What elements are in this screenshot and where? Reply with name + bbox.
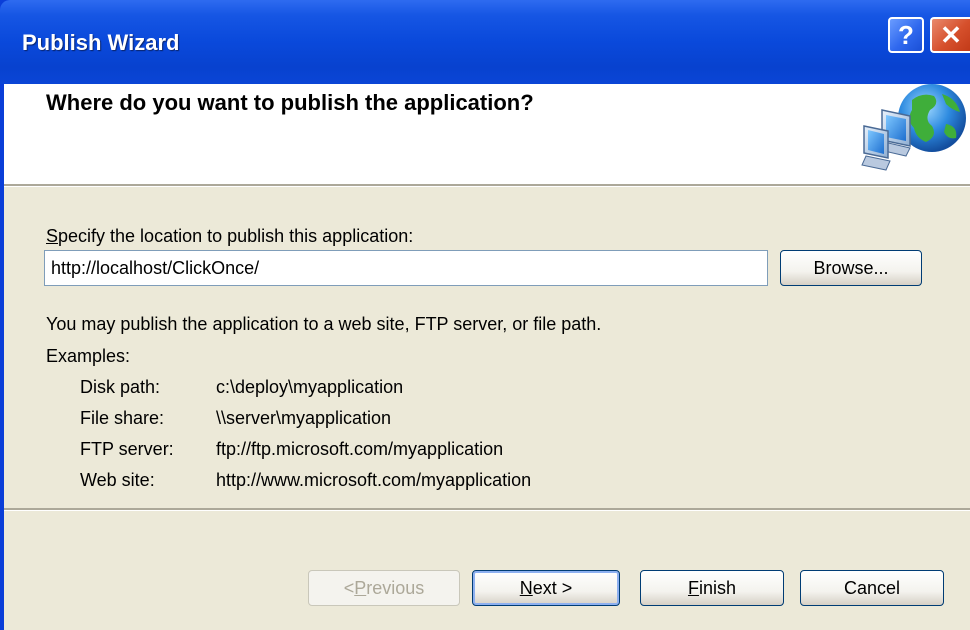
- browse-button-label: Browse...: [813, 257, 889, 278]
- example-value: http://www.microsoft.com/myapplication: [216, 470, 532, 490]
- close-button[interactable]: ✕: [930, 17, 970, 53]
- example-value: \\server\myapplication: [216, 408, 392, 428]
- publish-wizard-window: Publish Wizard ? ✕ Where do you want to …: [0, 0, 970, 630]
- example-value: ftp://ftp.microsoft.com/myapplication: [216, 439, 504, 459]
- footer-divider: [4, 508, 970, 511]
- location-label-text: pecify the location to publish this appl…: [58, 226, 414, 246]
- window-title: Publish Wizard: [22, 30, 180, 55]
- previous-button-accesskey: P: [354, 577, 367, 598]
- next-button-label: ext >: [532, 577, 573, 598]
- example-kind: Web site:: [80, 470, 155, 490]
- location-input[interactable]: [44, 250, 768, 286]
- cancel-button-label: Cancel: [843, 577, 901, 598]
- example-value: c:\deploy\myapplication: [216, 377, 404, 397]
- location-label-accesskey: S: [46, 226, 59, 246]
- next-button[interactable]: Next >: [472, 570, 620, 606]
- network-globe-icon: [861, 84, 966, 171]
- close-icon: ✕: [940, 20, 962, 50]
- finish-button-label: inish: [698, 577, 737, 598]
- page-heading: Where do you want to publish the applica…: [46, 90, 534, 115]
- help-button[interactable]: ?: [888, 17, 924, 53]
- header-divider: [4, 184, 970, 187]
- example-kind: Disk path:: [80, 377, 161, 397]
- cancel-button[interactable]: Cancel: [800, 570, 944, 606]
- finish-button-accesskey: F: [687, 577, 699, 598]
- previous-button-prefix: <: [343, 577, 355, 598]
- previous-button-label: revious: [366, 577, 425, 598]
- wizard-header: Where do you want to publish the applica…: [4, 84, 970, 184]
- previous-button[interactable]: < Previous: [308, 570, 460, 606]
- example-kind: File share:: [80, 408, 165, 428]
- examples-heading: Examples:: [46, 346, 131, 366]
- help-icon: ?: [898, 20, 914, 50]
- example-kind: FTP server:: [80, 439, 174, 459]
- title-bar[interactable]: Publish Wizard ? ✕: [0, 0, 970, 84]
- publish-description: You may publish the application to a web…: [46, 314, 602, 334]
- finish-button[interactable]: Finish: [640, 570, 784, 606]
- next-button-accesskey: N: [519, 577, 533, 598]
- wizard-body: Where do you want to publish the applica…: [4, 84, 970, 630]
- browse-button[interactable]: Browse...: [780, 250, 922, 286]
- location-label: Specify the location to publish this app…: [46, 226, 413, 247]
